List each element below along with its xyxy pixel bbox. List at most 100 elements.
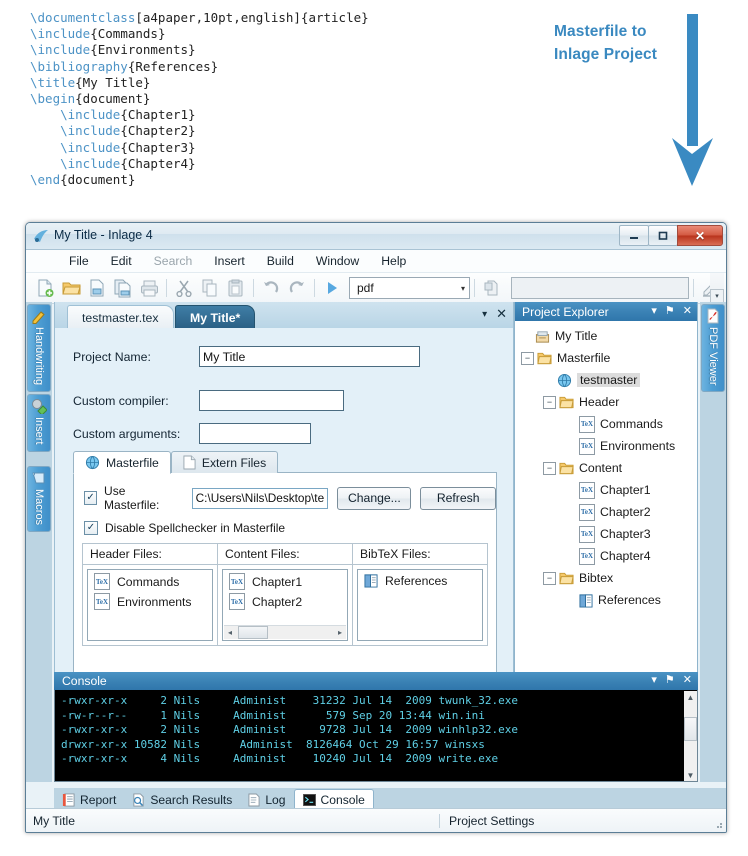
- tree-expander-icon[interactable]: −: [543, 395, 556, 409]
- tree-node-chapter2[interactable]: TeX Chapter2: [515, 501, 697, 523]
- tab-testmaster-tex[interactable]: testmaster.tex: [67, 305, 174, 329]
- list-item[interactable]: TeX Chapter1: [223, 570, 347, 590]
- custom-arguments-label: Custom arguments:: [73, 426, 181, 441]
- tree-node-content[interactable]: − Content: [515, 457, 697, 479]
- scroll-up-icon[interactable]: ▲: [687, 691, 695, 703]
- tree-node-label: Masterfile: [557, 351, 611, 365]
- toolbar: pdf ▾ ▾: [26, 273, 726, 304]
- list-item[interactable]: TeX Commands: [88, 570, 212, 590]
- tree-node-chapter4[interactable]: TeX Chapter4: [515, 545, 697, 567]
- quick-search-input[interactable]: [511, 277, 689, 299]
- sidebar-item-macros[interactable]: Macros: [27, 465, 51, 532]
- pin-icon[interactable]: ⚑: [665, 673, 675, 686]
- change-button[interactable]: Change...: [337, 486, 412, 510]
- tab-search-results[interactable]: Search Results: [124, 790, 240, 809]
- sidebar-item-handwriting[interactable]: Handwriting: [27, 304, 51, 393]
- pin-icon[interactable]: ⚑: [665, 304, 675, 317]
- project-name-input[interactable]: My Title: [199, 346, 420, 367]
- tree-node-environments[interactable]: TeX Environments: [515, 435, 697, 457]
- tab-close-icon[interactable]: ✕: [496, 306, 507, 322]
- tree-expander-icon[interactable]: −: [521, 351, 534, 365]
- custom-arguments-input[interactable]: [199, 423, 311, 444]
- content-files-list[interactable]: TeX Chapter1 TeX Chapter2 ◂ ▸: [222, 569, 348, 641]
- tree-node-my-title[interactable]: My Title: [515, 325, 697, 347]
- tree-expander-icon[interactable]: −: [543, 571, 556, 585]
- custom-compiler-input[interactable]: [199, 390, 344, 411]
- resize-grip-icon[interactable]: [713, 819, 723, 829]
- console-output[interactable]: -rwxr-xr-x 2 Nils Administ 31232 Jul 14 …: [54, 690, 698, 782]
- output-format-value: pdf: [357, 281, 374, 295]
- folder-icon: [537, 351, 552, 365]
- inner-tab-label: Masterfile: [106, 455, 159, 470]
- tab-label: Report: [80, 792, 117, 807]
- inner-tabbar: Masterfile Extern Files: [73, 450, 497, 474]
- window-title: My Title - Inlage 4: [54, 228, 153, 242]
- menu-item-edit[interactable]: Edit: [100, 252, 143, 270]
- maximize-button[interactable]: [648, 225, 678, 246]
- tex-icon: TeX: [579, 547, 595, 565]
- tex-icon: TeX: [94, 573, 110, 590]
- list-item[interactable]: TeX Chapter2: [223, 590, 347, 610]
- menu-item-build[interactable]: Build: [256, 252, 305, 270]
- new-file-icon[interactable]: [32, 276, 58, 300]
- menu-item-file[interactable]: File: [58, 252, 100, 270]
- refresh-button[interactable]: Refresh: [420, 486, 496, 510]
- list-item[interactable]: References: [358, 570, 482, 588]
- save-icon[interactable]: [84, 276, 110, 300]
- close-icon[interactable]: ✕: [683, 673, 692, 686]
- build-run-icon[interactable]: [319, 276, 345, 300]
- disable-spellchecker-checkbox[interactable]: ✓: [84, 521, 98, 535]
- scrollbar-thumb[interactable]: [684, 717, 697, 741]
- sidebar-item-insert[interactable]: Insert: [27, 394, 51, 452]
- app-logo-icon: [34, 230, 48, 242]
- tab-console[interactable]: Console: [293, 789, 374, 809]
- panel-menu-icon[interactable]: ▾: [651, 673, 657, 686]
- tree-node-masterfile[interactable]: − Masterfile: [515, 347, 697, 369]
- tab-my-title[interactable]: My Title*: [175, 305, 256, 329]
- scrollbar-thumb[interactable]: [238, 626, 268, 639]
- bibtex-icon: [364, 574, 378, 588]
- menu-item-help[interactable]: Help: [370, 252, 417, 270]
- scroll-left-icon[interactable]: ◂: [224, 628, 236, 637]
- tree-node-header[interactable]: − Header: [515, 391, 697, 413]
- menubar: File Edit Search Insert Build Window Help: [26, 250, 726, 273]
- tab-masterfile[interactable]: Masterfile: [73, 451, 171, 474]
- use-masterfile-label: Use Masterfile:: [104, 484, 160, 512]
- tab-list-dropdown-icon[interactable]: ▾: [482, 309, 487, 320]
- minimize-button[interactable]: [619, 225, 649, 246]
- console-scrollbar[interactable]: ▲ ▼: [684, 691, 697, 781]
- tree-node-testmaster[interactable]: testmaster: [515, 369, 697, 391]
- output-format-select[interactable]: pdf ▾: [349, 277, 470, 299]
- menu-item-insert[interactable]: Insert: [203, 252, 255, 270]
- menu-item-window[interactable]: Window: [305, 252, 370, 270]
- tree-node-chapter1[interactable]: TeX Chapter1: [515, 479, 697, 501]
- close-button[interactable]: ✕: [677, 225, 723, 246]
- tab-log[interactable]: Log: [240, 790, 293, 809]
- tree-node-commands[interactable]: TeX Commands: [515, 413, 697, 435]
- tree-expander-icon[interactable]: −: [543, 461, 556, 475]
- sidebar-item-pdf-viewer[interactable]: PDF Viewer: [701, 304, 725, 393]
- scroll-right-icon[interactable]: ▸: [334, 628, 346, 637]
- header-files-list[interactable]: TeX Commands TeX Environments: [87, 569, 213, 641]
- save-all-icon[interactable]: [110, 276, 136, 300]
- bibtex-icon: [579, 593, 593, 608]
- toolbar-overflow-button[interactable]: ▾: [710, 273, 724, 303]
- panel-menu-icon[interactable]: ▾: [651, 304, 657, 317]
- tree-node-references[interactable]: References: [515, 589, 697, 611]
- tab-extern-files[interactable]: Extern Files: [170, 451, 279, 473]
- tree-node-bibtex[interactable]: − Bibtex: [515, 567, 697, 589]
- tab-report[interactable]: Report: [54, 790, 124, 809]
- horizontal-scrollbar[interactable]: ◂ ▸: [224, 625, 346, 639]
- bibtex-files-list[interactable]: References: [357, 569, 483, 641]
- panel-title: Project Explorer: [522, 304, 609, 319]
- tree-node-label: Chapter3: [600, 527, 651, 541]
- tree-node-chapter3[interactable]: TeX Chapter3: [515, 523, 697, 545]
- close-icon[interactable]: ✕: [683, 304, 692, 317]
- open-folder-icon[interactable]: [58, 276, 84, 300]
- list-item[interactable]: TeX Environments: [88, 590, 212, 610]
- masterfile-path-input[interactable]: C:\Users\Nils\Desktop\te: [191, 487, 329, 509]
- output-tabbar: Report Search Results Log Console: [54, 788, 726, 809]
- use-masterfile-checkbox[interactable]: ✓: [84, 491, 98, 505]
- scroll-down-icon[interactable]: ▼: [687, 769, 695, 781]
